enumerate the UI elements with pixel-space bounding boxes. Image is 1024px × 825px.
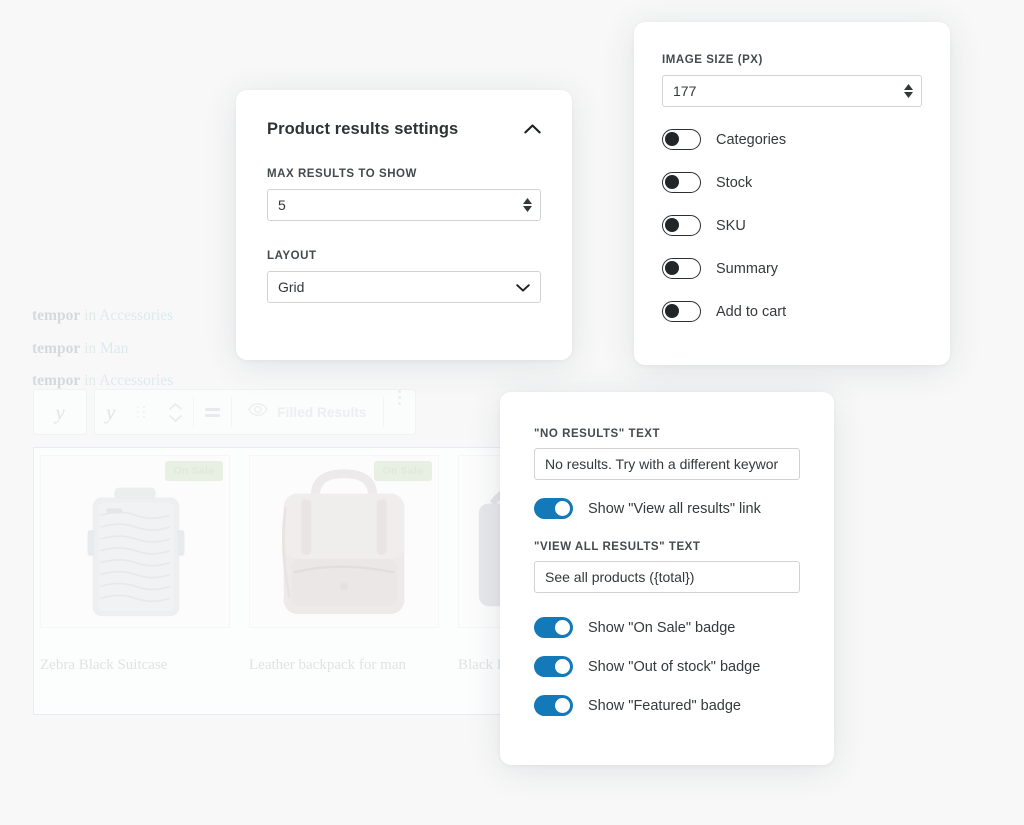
chevron-down-icon[interactable] (516, 279, 530, 295)
suggestion-connector: in (84, 372, 96, 389)
spinner-up-down-icon[interactable] (904, 84, 913, 98)
add-to-cart-label: Add to cart (716, 304, 786, 320)
panel-header[interactable]: Product results settings (267, 120, 541, 139)
layout-value: Grid (278, 279, 304, 295)
image-display-settings-panel: Image size (px) 177 Categories Stock SKU… (634, 22, 950, 365)
max-results-input[interactable]: 5 (267, 189, 541, 221)
status-badge: On Sale (165, 461, 224, 481)
image-size-value: 177 (673, 83, 696, 99)
product-image-frame: On Sale (40, 455, 230, 628)
view-all-results-link-label: Show "View all results" link (588, 501, 761, 517)
suggestion-category: Man (100, 340, 128, 357)
toggle-row-summary[interactable]: Summary (662, 258, 922, 279)
stock-toggle[interactable] (662, 172, 701, 193)
backpack-image (250, 456, 438, 627)
toggle-row-sku[interactable]: SKU (662, 215, 922, 236)
summary-label: Summary (716, 261, 778, 277)
sku-label: SKU (716, 218, 746, 234)
max-results-value: 5 (278, 197, 286, 213)
image-size-input[interactable]: 177 (662, 75, 922, 107)
out-of-stock-badge-toggle[interactable] (534, 656, 573, 677)
toolbar-block-icon-button[interactable]: y (33, 389, 87, 435)
toolbar-drag-handle[interactable] (126, 390, 158, 434)
suggestion-connector: in (84, 307, 96, 324)
toggle-row-out-of-stock-badge[interactable]: Show "Out of stock" badge (534, 656, 800, 677)
suggestion-term: tempor (32, 372, 80, 389)
categories-toggle[interactable] (662, 129, 701, 150)
toggle-row-add-to-cart[interactable]: Add to cart (662, 301, 922, 322)
product-name: Zebra Black Suitcase (40, 657, 230, 674)
block-editor-toolbar[interactable]: y y (33, 389, 416, 435)
no-results-text-label: "No results" text (534, 428, 800, 440)
out-of-stock-badge-label: Show "Out of stock" badge (588, 659, 760, 675)
product-image-frame: On Sale (249, 455, 439, 628)
no-results-and-badges-panel: "No results" text No results. Try with a… (500, 392, 834, 765)
align-icon (205, 408, 220, 417)
toggle-row-categories[interactable]: Categories (662, 129, 922, 150)
product-name: Leather backpack for man (249, 657, 439, 674)
categories-label: Categories (716, 132, 786, 148)
featured-badge-label: Show "Featured" badge (588, 698, 741, 714)
on-sale-badge-label: Show "On Sale" badge (588, 620, 735, 636)
view-all-results-text-value: See all products ({total}) (545, 569, 694, 585)
chevron-up-icon[interactable] (524, 121, 541, 139)
toggle-row-featured-badge[interactable]: Show "Featured" badge (534, 695, 800, 716)
suggestion-connector: in (84, 340, 96, 357)
toolbar-main-group[interactable]: y (94, 389, 416, 435)
yith-logo-icon: y (106, 402, 115, 423)
toolbar-filled-results-button[interactable]: Filled Results (232, 390, 382, 434)
suitcase-image (41, 456, 229, 627)
suggestion-category: Accessories (99, 372, 173, 389)
view-all-results-text-label: "View all results" text (534, 541, 800, 553)
toggle-row-view-all-link[interactable]: Show "View all results" link (534, 498, 800, 519)
max-results-label: Max results to show (267, 168, 541, 180)
kebab-menu-icon (398, 390, 401, 393)
view-all-results-link-toggle[interactable] (534, 498, 573, 519)
suggestion-term: tempor (32, 307, 80, 324)
page-title: Product results settings (267, 120, 458, 139)
toggle-row-stock[interactable]: Stock (662, 172, 922, 193)
toggle-row-on-sale-badge[interactable]: Show "On Sale" badge (534, 617, 800, 638)
eye-icon (248, 403, 268, 421)
toolbar-more-options-button[interactable] (384, 390, 415, 434)
yith-logo-icon: y (55, 402, 64, 423)
add-to-cart-toggle[interactable] (662, 301, 701, 322)
suggestion-term: tempor (32, 340, 80, 357)
no-results-text-input[interactable]: No results. Try with a different keywor (534, 448, 800, 480)
sku-toggle[interactable] (662, 215, 701, 236)
view-all-results-text-input[interactable]: See all products ({total}) (534, 561, 800, 593)
no-results-text-value: No results. Try with a different keywor (545, 456, 778, 472)
stock-label: Stock (716, 175, 752, 191)
image-size-label: Image size (px) (662, 54, 922, 66)
move-up-down-icon (169, 403, 182, 422)
featured-badge-toggle[interactable] (534, 695, 573, 716)
toolbar-filled-results-label: Filled Results (277, 405, 366, 420)
layout-select[interactable]: Grid (267, 271, 541, 303)
product-results-settings-panel: Product results settings Max results to … (236, 90, 572, 360)
drag-handle-icon (137, 406, 147, 419)
toolbar-block-type-button[interactable]: y (95, 390, 126, 434)
product-card[interactable]: On Sale Leather backpack for man (249, 455, 439, 674)
on-sale-badge-toggle[interactable] (534, 617, 573, 638)
layout-label: Layout (267, 250, 541, 262)
toolbar-align-button[interactable] (194, 390, 231, 434)
suggestion-category: Accessories (99, 307, 173, 324)
product-card[interactable]: On Sale Zebra Black Suitcase (40, 455, 230, 674)
spinner-up-down-icon[interactable] (523, 198, 532, 212)
status-badge: On Sale (374, 461, 433, 481)
toolbar-move-buttons[interactable] (158, 390, 193, 434)
summary-toggle[interactable] (662, 258, 701, 279)
